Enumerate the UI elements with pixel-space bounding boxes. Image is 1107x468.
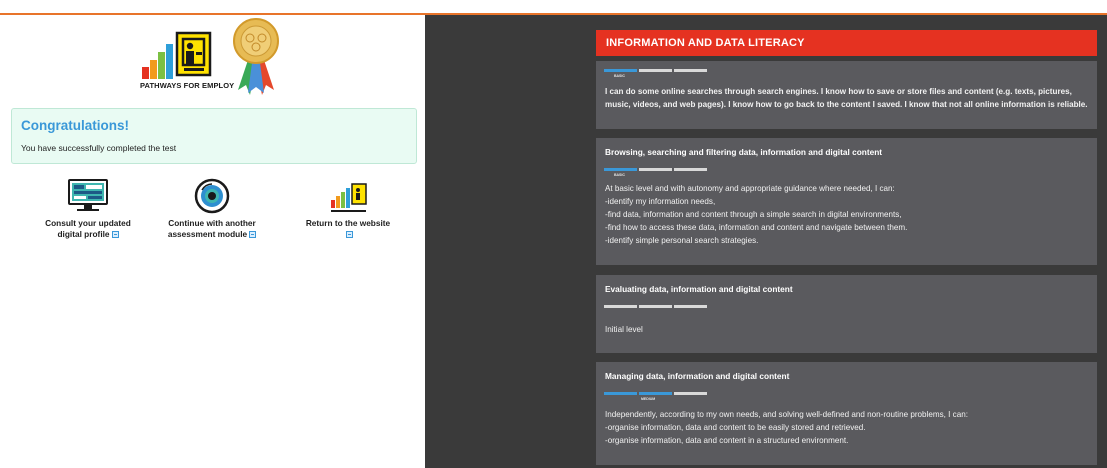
level-bar [639, 392, 672, 395]
consult-profile-line2: digital profile [57, 229, 110, 239]
monitor-icon [68, 179, 108, 211]
return-website-label[interactable]: Return to the website [283, 218, 413, 240]
level-bar [674, 69, 707, 72]
congratulations-title: Congratulations! [21, 118, 129, 133]
description-line: At basic level and with autonomy and app… [605, 184, 895, 193]
description-line: -find data, information and content thro… [605, 210, 902, 219]
level-bar [674, 392, 707, 395]
level-label: MEDIUM [641, 397, 656, 401]
level-bar [674, 305, 707, 308]
description-line: -identify my information needs, [605, 197, 716, 206]
description-line: -identify simple personal search strateg… [605, 236, 759, 245]
level-bar [639, 305, 672, 308]
continue-module-action[interactable]: Continue with another assessment module [147, 178, 277, 240]
competence-title: Evaluating data, information and digital… [605, 284, 793, 294]
level-bar [639, 168, 672, 171]
competence-card: Managing data, information and digital c… [596, 362, 1097, 465]
consult-profile-action[interactable]: Consult your updated digital profile [23, 178, 153, 240]
consult-profile-line1: Consult your updated [45, 218, 131, 228]
continue-module-line2: assessment module [167, 229, 248, 239]
level-bar [604, 69, 637, 72]
level-bar [604, 168, 637, 171]
competence-card: Browsing, searching and filtering data, … [596, 138, 1097, 265]
external-link-icon[interactable] [249, 231, 257, 239]
area-header: INFORMATION AND DATA LITERACY [596, 30, 1097, 56]
return-website-line1: Return to the website [305, 218, 391, 228]
congratulations-alert: Congratulations! You have successfully c… [11, 108, 417, 164]
level-indicator [604, 168, 709, 171]
external-link-icon[interactable] [111, 231, 119, 239]
target-icon [194, 178, 230, 214]
description-line: -find how to access these data, informat… [605, 223, 908, 232]
logo-graphic [142, 18, 279, 95]
description-line: -organise information, data and content … [605, 423, 866, 432]
area-description: I can do some online searches through se… [605, 87, 1088, 109]
brand-name: PATHWAYS FOR EMPLOY [140, 81, 235, 90]
congratulations-message: You have successfully completed the test [21, 143, 177, 153]
consult-profile-label[interactable]: Consult your updated digital profile [23, 218, 153, 240]
level-bar [604, 305, 637, 308]
return-website-action[interactable]: Return to the website [283, 178, 413, 240]
level-bar [639, 69, 672, 72]
level-indicator [604, 305, 709, 308]
level-indicator [604, 392, 709, 395]
competence-card: Evaluating data, information and digital… [596, 275, 1097, 353]
competence-title: Browsing, searching and filtering data, … [605, 147, 883, 157]
level-indicator [604, 69, 709, 72]
continue-module-line1: Continue with another [168, 218, 256, 228]
pathways-logo [138, 5, 298, 105]
competence-title: Managing data, information and digital c… [605, 371, 790, 381]
competence-description: Independently, according to my own needs… [605, 408, 1089, 447]
continue-module-label[interactable]: Continue with another assessment module [147, 218, 277, 240]
description-line: -organise information, data and content … [605, 436, 849, 445]
competence-description: Initial level [605, 323, 1089, 336]
area-title: INFORMATION AND DATA LITERACY [606, 37, 805, 49]
area-summary-card: BASIC I can do some online searches thro… [596, 61, 1097, 129]
pathways-small-logo-icon [331, 183, 367, 212]
level-label: BASIC [614, 173, 625, 177]
level-bar [674, 168, 707, 171]
description-line: Initial level [605, 325, 643, 334]
external-link-icon[interactable] [345, 231, 353, 239]
level-bar [604, 392, 637, 395]
level-label: BASIC [614, 74, 625, 78]
competence-description: At basic level and with autonomy and app… [605, 182, 1089, 247]
description-line: Independently, according to my own needs… [605, 410, 968, 419]
